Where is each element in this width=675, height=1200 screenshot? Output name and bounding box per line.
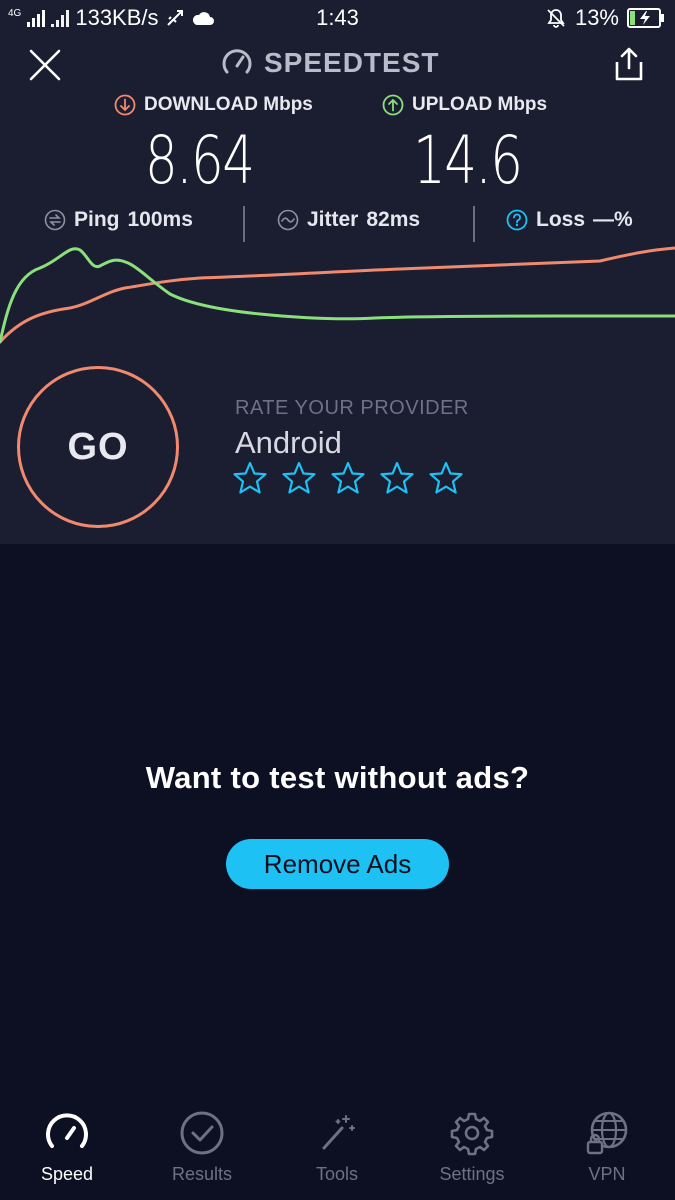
ping-label: Ping	[74, 208, 120, 231]
go-button[interactable]: GO	[17, 366, 179, 528]
upload-label: UPLOAD Mbps	[382, 94, 547, 116]
speed-graph	[0, 246, 675, 344]
star-icon[interactable]	[379, 460, 415, 496]
upload-arrow-icon	[382, 94, 404, 116]
loss-stat[interactable]: Loss —%	[506, 208, 633, 232]
ping-stat: Ping 100ms	[44, 208, 193, 232]
nav-label: Settings	[439, 1164, 505, 1184]
star-icon[interactable]	[428, 460, 464, 496]
jitter-stat: Jitter 82ms	[277, 208, 420, 232]
speedometer-icon	[46, 1113, 88, 1148]
download-speed-line	[0, 246, 675, 344]
nav-item-vpn[interactable]: VPN	[542, 1100, 672, 1185]
download-label-text: DOWNLOAD Mbps	[144, 94, 313, 115]
upload-value: 14.6	[413, 122, 523, 199]
jitter-value: 82ms	[366, 208, 421, 231]
globe-lock-icon	[586, 1111, 628, 1155]
checkmark-circle-icon	[180, 1111, 224, 1155]
app-title: SPEEDTEST	[264, 47, 440, 78]
close-button[interactable]	[28, 48, 62, 82]
share-button[interactable]	[612, 46, 646, 82]
gear-icon	[450, 1112, 494, 1156]
star-icon[interactable]	[281, 460, 317, 496]
battery-charging-icon	[627, 8, 664, 28]
rating-stars[interactable]	[232, 460, 464, 496]
rate-provider-label: RATE YOUR PROVIDER	[235, 397, 469, 419]
ping-icon	[44, 209, 66, 231]
nav-item-tools[interactable]: Tools	[272, 1100, 402, 1185]
nav-label: VPN	[588, 1164, 626, 1184]
star-icon[interactable]	[330, 460, 366, 496]
bottom-nav: Speed Results Tools Settings VPN	[0, 1100, 675, 1200]
help-icon[interactable]	[506, 209, 528, 231]
nav-item-speed[interactable]: Speed	[2, 1100, 132, 1185]
nav-label: Results	[171, 1164, 233, 1184]
speedometer-logo-icon	[222, 49, 252, 74]
magic-wand-icon	[322, 1115, 355, 1150]
download-label: DOWNLOAD Mbps	[114, 94, 313, 116]
download-value: 8.64	[145, 122, 255, 199]
promo-title: Want to test without ads?	[145, 760, 530, 795]
brand: SPEEDTEST	[220, 46, 439, 80]
remove-ads-button[interactable]: Remove Ads	[226, 839, 449, 889]
nav-label: Tools	[315, 1164, 359, 1184]
provider-name: Android	[235, 425, 342, 460]
status-right: 13%	[545, 5, 665, 31]
jitter-label: Jitter	[307, 208, 359, 231]
loss-label: Loss	[536, 208, 586, 231]
mute-bell-icon	[547, 9, 565, 28]
nav-label: Speed	[40, 1164, 94, 1184]
jitter-icon	[277, 209, 299, 231]
star-icon[interactable]	[232, 460, 268, 496]
nav-item-results[interactable]: Results	[137, 1100, 267, 1185]
battery-percent: 13%	[574, 5, 619, 30]
upload-label-text: UPLOAD Mbps	[412, 94, 548, 115]
download-arrow-icon	[114, 94, 136, 116]
status-bar: 4G 133KB/s 1:43 13%	[0, 0, 675, 36]
nav-item-settings[interactable]: Settings	[407, 1100, 537, 1185]
loss-value: —%	[593, 208, 633, 231]
ping-value: 100ms	[127, 208, 193, 231]
